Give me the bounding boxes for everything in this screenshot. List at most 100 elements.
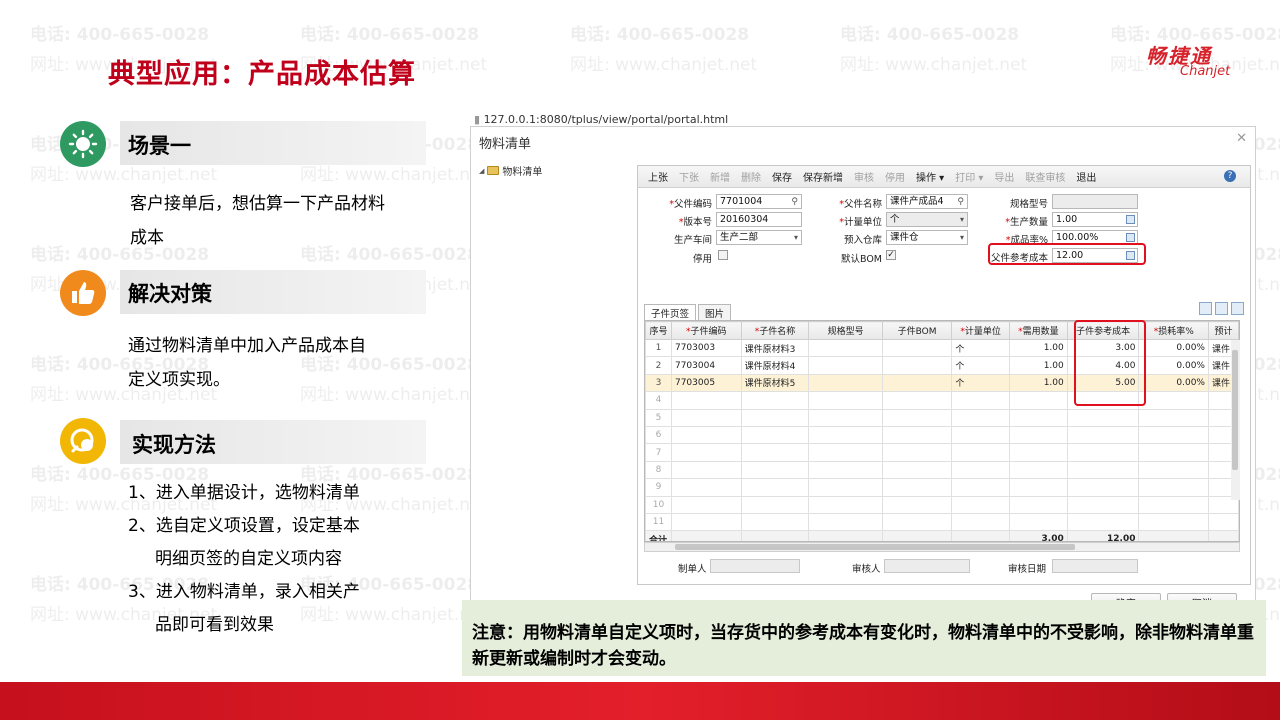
grid-cell-bom[interactable] [881,512,953,532]
grid-cell-loss[interactable] [1138,408,1209,427]
grid-cell-qty[interactable]: 1.00 [1009,338,1068,358]
grid-header-cell[interactable]: 预计 [1207,321,1239,340]
grid-cell-qty[interactable] [1009,512,1068,532]
grid-cell-no[interactable]: 7 [645,443,672,462]
disabled-checkbox[interactable] [718,250,728,260]
grid-cell-name[interactable] [740,495,810,514]
grid-cell-no[interactable]: 1 [645,338,672,358]
grid-cell-qty[interactable] [1009,495,1068,514]
copy-row-icon[interactable] [1199,302,1212,315]
toolbar-button-2[interactable]: 新增 [710,169,730,184]
export-grid-icon[interactable] [1231,302,1244,315]
table-row[interactable]: 9 [645,478,1239,497]
toolbar-button-10[interactable]: 导出 [994,169,1014,184]
review-date-input[interactable] [1052,559,1138,573]
grid-cell-qty[interactable] [1009,408,1068,427]
grid-cell-no[interactable]: 6 [645,425,672,445]
grid-cell-name[interactable] [740,425,810,445]
table-row[interactable]: 1 7703003 课件原材料3 个 1.00 3.00 0.00% 课件 [645,338,1239,358]
grid-cell-bom[interactable] [881,478,953,497]
grid-cell-loss[interactable] [1138,391,1209,410]
grid-cell-no[interactable]: 5 [645,408,672,427]
grid-cell-loss[interactable] [1138,460,1209,480]
grid-cell-unit[interactable]: 个 [951,338,1011,358]
grid-cell-code[interactable] [670,478,742,497]
grid-cell-loss[interactable] [1138,478,1209,497]
table-row[interactable]: 2 7703004 课件原材料4 个 1.00 4.00 0.00% 课件 [645,356,1239,375]
tree-item-bom[interactable]: ◢ 物料清单 [479,163,542,178]
grid-cell-spec[interactable] [808,460,883,480]
grid-cell-bom[interactable] [881,356,953,375]
table-row[interactable]: 3 7703005 课件原材料5 个 1.00 5.00 0.00% 课件 [645,373,1239,393]
grid-cell-cost[interactable] [1066,495,1140,514]
grid-cell-cost[interactable] [1066,425,1140,445]
grid-cell-spec[interactable] [808,425,883,445]
grid-cell-qty[interactable]: 1.00 [1009,373,1068,393]
grid-cell-bom[interactable] [881,338,953,358]
calculator-icon[interactable] [1126,233,1135,242]
horizontal-scrollbar[interactable] [644,542,1240,552]
grid-cell-spec[interactable] [808,408,883,427]
grid-header-cell[interactable]: *子件编码 [670,321,742,340]
grid-cell-qty[interactable] [1009,443,1068,462]
grid-cell-cost[interactable] [1066,460,1140,480]
grid-cell-extra[interactable] [1207,512,1239,532]
toolbar-button-9[interactable]: 打印 ▾ [955,169,983,184]
grid-cell-qty[interactable] [1009,425,1068,445]
grid-cell-spec[interactable] [808,356,883,375]
grid-cell-spec[interactable] [808,338,883,358]
grid-cell-loss[interactable] [1138,443,1209,462]
workshop-select[interactable]: 生产二部 ▾ [716,230,802,245]
grid-cell-code[interactable]: 7703004 [670,356,742,375]
grid-cell-bom[interactable] [881,460,953,480]
grid-cell-spec[interactable] [808,478,883,497]
grid-header-cell[interactable]: *需用数量 [1009,321,1068,340]
table-row[interactable]: 5 [645,408,1239,427]
grid-cell-code[interactable] [670,460,742,480]
grid-cell-code[interactable] [670,443,742,462]
toolbar-button-5[interactable]: 保存新增 [803,169,843,184]
grid-cell-name[interactable] [740,391,810,410]
grid-cell-loss[interactable]: 0.00% [1138,356,1209,375]
toolbar-button-4[interactable]: 保存 [772,169,792,184]
grid-cell-unit[interactable] [951,478,1011,497]
grid-cell-spec[interactable] [808,373,883,393]
tab-child-items[interactable]: 子件页签 [644,304,697,321]
calculator-icon[interactable] [1126,215,1135,224]
table-row[interactable]: 10 [645,495,1239,514]
grid-cell-name[interactable]: 课件原材料5 [740,373,810,393]
grid-cell-loss[interactable] [1138,512,1209,532]
spec-input[interactable] [1052,194,1138,209]
tree-expand-icon[interactable]: ◢ [479,167,484,175]
grid-cell-qty[interactable]: 1.00 [1009,356,1068,375]
grid-cell-unit[interactable] [951,408,1011,427]
toolbar-button-11[interactable]: 联查审核 [1025,169,1065,184]
toolbar-button-6[interactable]: 审核 [854,169,874,184]
toolbar-button-1[interactable]: 下张 [679,169,699,184]
table-row[interactable]: 11 [645,512,1239,532]
grid-cell-name[interactable]: 课件原材料4 [740,356,810,375]
grid-cell-qty[interactable] [1009,391,1068,410]
grid-cell-bom[interactable] [881,408,953,427]
grid-cell-bom[interactable] [881,425,953,445]
grid-cell-code[interactable] [670,408,742,427]
grid-cell-cost[interactable] [1066,478,1140,497]
grid-cell-unit[interactable] [951,495,1011,514]
grid-cell-unit[interactable] [951,512,1011,532]
grid-cell-bom[interactable] [881,443,953,462]
reviewer-input[interactable] [884,559,970,573]
grid-cell-name[interactable] [740,460,810,480]
grid-cell-name[interactable] [740,443,810,462]
grid-cell-loss[interactable] [1138,495,1209,514]
grid-cell-name[interactable] [740,478,810,497]
grid-cell-qty[interactable] [1009,460,1068,480]
grid-cell-unit[interactable] [951,391,1011,410]
vertical-scroll-thumb[interactable] [1232,350,1238,470]
grid-cell-loss[interactable]: 0.00% [1138,373,1209,393]
grid-cell-code[interactable]: 7703003 [670,338,742,358]
grid-header-cell[interactable]: *计量单位 [951,321,1011,340]
grid-header-cell[interactable]: 子件BOM [881,321,953,340]
grid-cell-no[interactable]: 10 [645,495,672,514]
default-bom-checkbox[interactable]: ✓ [886,250,896,260]
toolbar-button-0[interactable]: 上张 [648,169,668,184]
